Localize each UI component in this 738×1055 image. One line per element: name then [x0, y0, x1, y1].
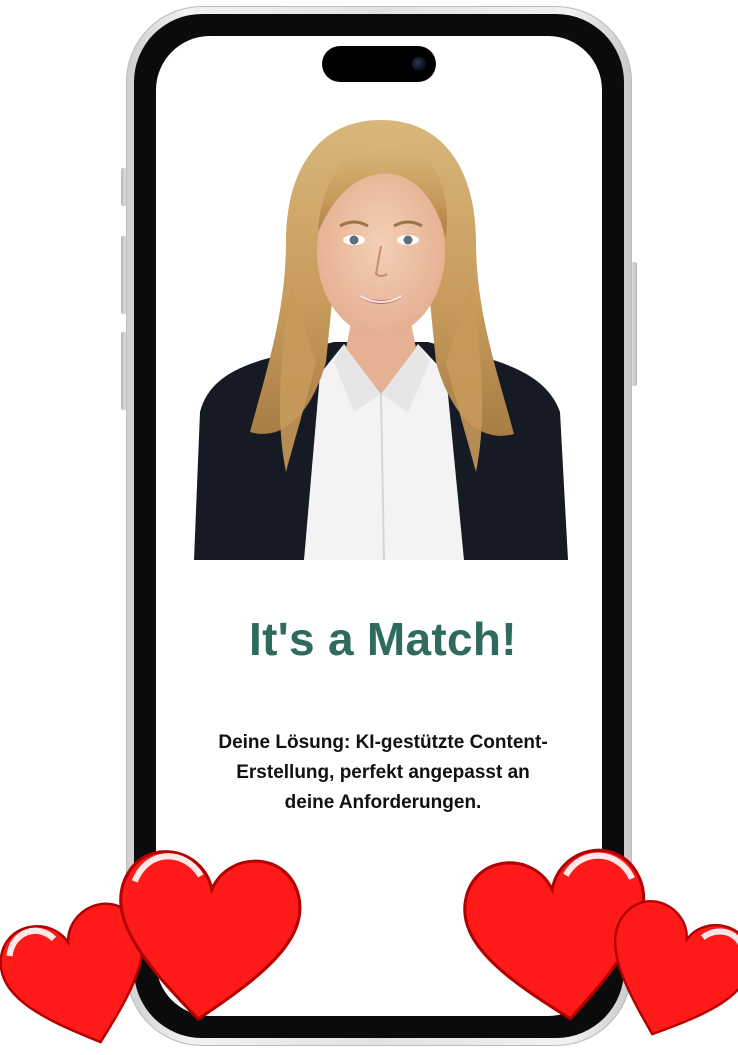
match-headline: It's a Match! — [249, 613, 517, 665]
match-description: Deine Lösung: KI-gestützte Content-Erste… — [218, 732, 548, 813]
front-camera-icon — [412, 57, 426, 71]
dynamic-island — [322, 46, 436, 82]
profile-photo — [194, 120, 568, 560]
